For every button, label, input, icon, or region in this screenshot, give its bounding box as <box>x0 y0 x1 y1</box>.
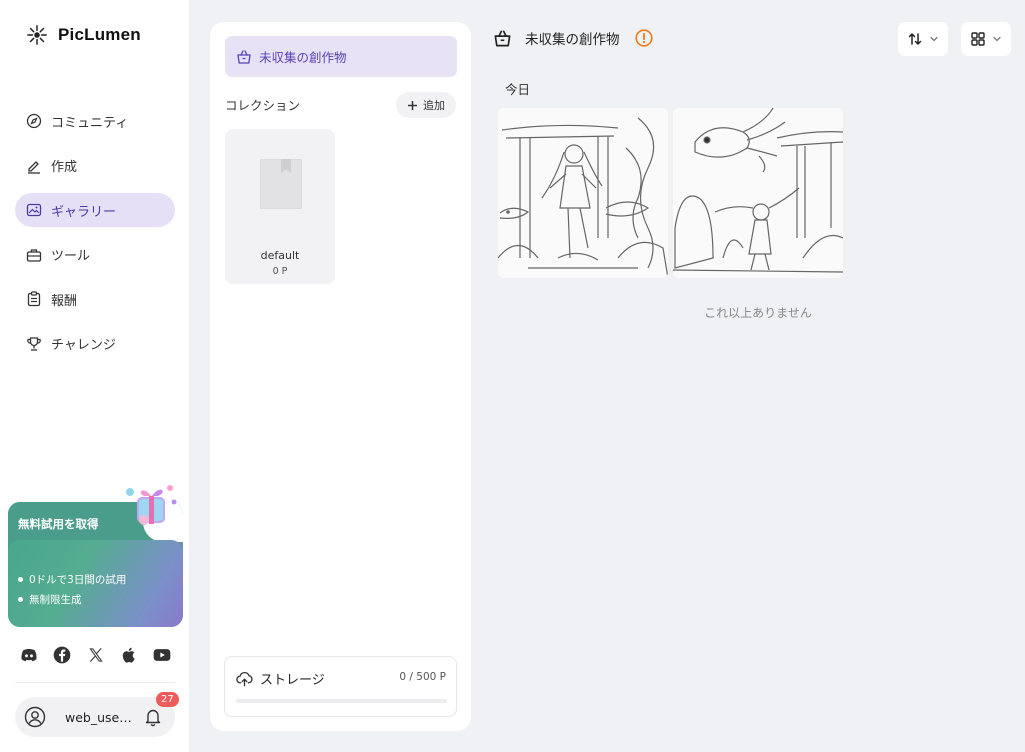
sidebar-item-community[interactable]: コミュニティ <box>15 104 175 138</box>
sidebar-item-label: コミュニティ <box>51 115 129 131</box>
app-name: PicLumen <box>58 25 141 44</box>
clipboard-icon <box>26 291 42 307</box>
collections-heading: コレクション <box>225 98 301 113</box>
gallery-image[interactable] <box>498 108 668 278</box>
promo-list: 0ドルで3日間の試用 無制限生成 <box>18 569 126 609</box>
gift-icon <box>126 485 177 525</box>
toolbox-icon <box>26 247 42 263</box>
avatar-icon <box>24 706 46 728</box>
sidebar-item-label: ツール <box>51 249 91 264</box>
username: web_user... <box>65 709 135 725</box>
sidebar-item-label: チャレンジ <box>51 338 116 353</box>
sidebar-item-label: 作成 <box>51 160 78 175</box>
date-group-label: 今日 <box>505 82 531 97</box>
promo-title: 無料試用を取得 <box>18 517 99 531</box>
promo-item: 無制限生成 <box>18 589 126 609</box>
user-menu[interactable]: web_user... <box>15 697 175 737</box>
storage-value: 0 / 500 P <box>399 671 446 683</box>
storage-card: ストレージ 0 / 500 P <box>224 656 457 717</box>
pen-icon <box>26 158 42 174</box>
x-icon[interactable] <box>85 644 107 666</box>
notification-badge: 27 <box>156 692 179 707</box>
logo[interactable]: PicLumen <box>26 24 141 46</box>
sidebar-nav: コミュニティ 作成 ギャラリー ツール 報酬 チャレンジ <box>15 104 175 371</box>
basket-icon <box>237 49 251 64</box>
promo-item: 0ドルで3日間の試用 <box>18 569 126 589</box>
sidebar-item-challenge[interactable]: チャレンジ <box>15 327 175 361</box>
storage-title: ストレージ <box>236 669 325 688</box>
collections-panel: 未収集の創作物 コレクション 追加 default 0 P ストレージ 0 / … <box>210 22 471 731</box>
cloud-upload-icon <box>236 672 253 687</box>
compass-icon <box>26 113 42 129</box>
plus-icon <box>408 100 417 110</box>
sidebar-item-tools[interactable]: ツール <box>15 238 175 272</box>
sort-button[interactable] <box>898 22 948 56</box>
apple-icon[interactable] <box>118 644 140 666</box>
facebook-icon[interactable] <box>51 644 73 666</box>
gallery-image[interactable] <box>673 108 843 278</box>
sidebar-item-label: 報酬 <box>51 293 78 309</box>
add-label: 追加 <box>423 99 445 112</box>
logo-icon <box>27 25 47 45</box>
storage-label: ストレージ <box>260 673 325 688</box>
sort-icon <box>908 33 922 45</box>
warning-icon[interactable] <box>634 29 653 47</box>
basket-icon <box>494 30 511 46</box>
sidebar: PicLumen コミュニティ 作成 ギャラリー ツール 報酬 チャレンジ 無料… <box>0 0 189 752</box>
sidebar-item-label: ギャラリー <box>51 204 117 220</box>
end-of-list-text: これ以上ありません <box>704 306 812 320</box>
chevron-down-icon <box>930 36 938 42</box>
social-links <box>18 644 173 666</box>
view-toggle-button[interactable] <box>961 22 1011 56</box>
add-collection-button[interactable]: 追加 <box>396 92 456 118</box>
page-title-text: 未収集の創作物 <box>525 32 620 48</box>
youtube-icon[interactable] <box>151 644 173 666</box>
discord-icon[interactable] <box>18 644 40 666</box>
sidebar-item-rewards[interactable]: 報酬 <box>15 282 175 316</box>
image-thumbnail <box>498 108 668 278</box>
folder-name: default <box>260 249 300 262</box>
sidebar-divider <box>15 682 175 683</box>
folder-count: 0 P <box>272 266 288 277</box>
page-title: 未収集の創作物 <box>493 28 653 48</box>
gallery-icon <box>26 202 42 218</box>
uncollected-works-item[interactable]: 未収集の創作物 <box>225 36 457 77</box>
collection-folder-default[interactable]: default 0 P <box>225 129 335 284</box>
sidebar-item-gallery[interactable]: ギャラリー <box>15 193 175 227</box>
storage-progress-bar <box>236 699 447 703</box>
grid-icon <box>971 32 985 46</box>
sidebar-item-create[interactable]: 作成 <box>15 149 175 183</box>
chevron-down-icon <box>993 36 1001 42</box>
uncollected-label: 未収集の創作物 <box>259 50 347 65</box>
bell-icon[interactable] <box>144 707 162 727</box>
trophy-icon <box>26 336 42 352</box>
image-thumbnail <box>673 108 843 278</box>
folder-bookmark-icon <box>260 159 302 209</box>
